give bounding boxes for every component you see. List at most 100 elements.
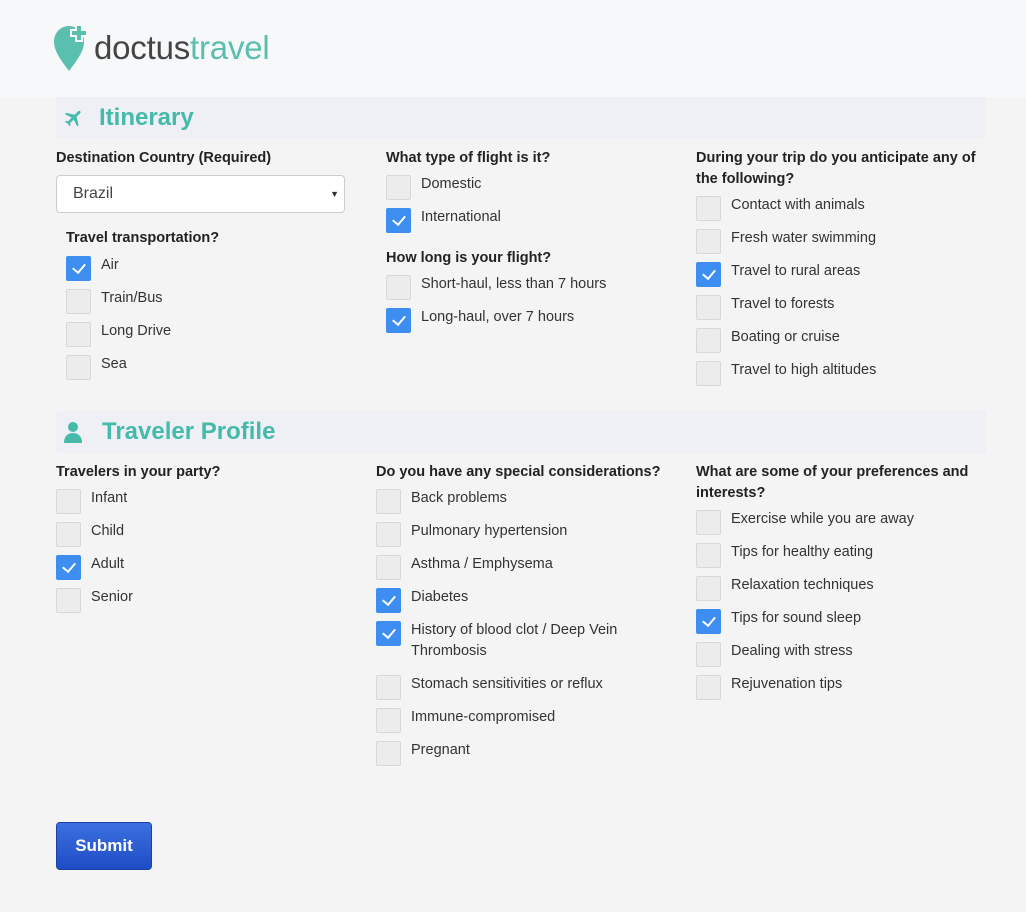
- checkbox[interactable]: [696, 543, 721, 568]
- option-label: Rejuvenation tips: [731, 676, 843, 692]
- checkbox[interactable]: [696, 576, 721, 601]
- travelers-option-adult[interactable]: Adult: [56, 555, 124, 580]
- option-label: Pregnant: [411, 742, 470, 758]
- checkbox[interactable]: [696, 262, 721, 287]
- checkbox[interactable]: [376, 555, 401, 580]
- flight-length-question: How long is your flight?: [386, 250, 552, 266]
- transport-option-air[interactable]: Air: [66, 256, 119, 281]
- submit-button[interactable]: Submit: [56, 822, 152, 870]
- considerations-option-diabetes[interactable]: Diabetes: [376, 588, 468, 613]
- anticipate-group: During your trip do you anticipate any o…: [696, 148, 991, 388]
- anticipate-option-boating[interactable]: Boating or cruise: [696, 328, 840, 353]
- itinerary-section-header: Itinerary: [56, 97, 986, 139]
- checkbox[interactable]: [376, 621, 401, 646]
- option-label: Train/Bus: [101, 290, 163, 306]
- anticipate-option-animals[interactable]: Contact with animals: [696, 196, 865, 221]
- chevron-down-icon: ▼: [330, 189, 339, 199]
- profile-title: Traveler Profile: [102, 418, 276, 445]
- flight-length-option-long-haul[interactable]: Long-haul, over 7 hours: [386, 308, 574, 333]
- checkbox[interactable]: [386, 175, 411, 200]
- checkbox[interactable]: [66, 256, 91, 281]
- checkbox[interactable]: [56, 555, 81, 580]
- checkbox[interactable]: [56, 588, 81, 613]
- transport-question: Travel transportation?: [66, 230, 220, 246]
- preferences-option-stress[interactable]: Dealing with stress: [696, 642, 853, 667]
- checkbox[interactable]: [696, 196, 721, 221]
- considerations-option-pregnant[interactable]: Pregnant: [376, 741, 470, 766]
- checkbox[interactable]: [376, 675, 401, 700]
- flight-type-group: What type of flight is it? Domestic Inte…: [386, 148, 681, 348]
- checkbox[interactable]: [696, 361, 721, 386]
- destination-country-select[interactable]: Brazil ▼: [56, 175, 345, 213]
- user-icon: [64, 422, 82, 443]
- considerations-option-blood-clot[interactable]: History of blood clot / Deep Vein Thromb…: [376, 621, 636, 662]
- transport-option-sea[interactable]: Sea: [66, 355, 127, 380]
- option-label: Adult: [91, 556, 125, 572]
- checkbox[interactable]: [376, 708, 401, 733]
- checkbox[interactable]: [66, 289, 91, 314]
- checkbox[interactable]: [376, 489, 401, 514]
- option-label: Infant: [91, 490, 128, 506]
- flight-length-option-short-haul[interactable]: Short-haul, less than 7 hours: [386, 275, 606, 300]
- brand-logo[interactable]: doctustravel: [54, 24, 270, 72]
- option-label: Short-haul, less than 7 hours: [421, 276, 607, 292]
- checkbox[interactable]: [376, 741, 401, 766]
- option-label: Long-haul, over 7 hours: [421, 309, 575, 325]
- flight-type-option-domestic[interactable]: Domestic: [386, 175, 481, 200]
- checkbox[interactable]: [376, 588, 401, 613]
- checkbox[interactable]: [696, 328, 721, 353]
- option-label: Child: [91, 523, 125, 539]
- option-label: International: [421, 209, 501, 225]
- anticipate-option-rural[interactable]: Travel to rural areas: [696, 262, 860, 287]
- brand-name-part1: doctus: [94, 29, 191, 66]
- checkbox[interactable]: [66, 322, 91, 347]
- checkbox[interactable]: [696, 510, 721, 535]
- anticipate-option-fresh-water[interactable]: Fresh water swimming: [696, 229, 876, 254]
- option-label: Asthma / Emphysema: [411, 556, 553, 572]
- destination-group: Destination Country (Required): [56, 148, 351, 169]
- preferences-option-rejuvenation[interactable]: Rejuvenation tips: [696, 675, 842, 700]
- site-header: doctustravel: [0, 0, 1026, 97]
- checkbox[interactable]: [696, 229, 721, 254]
- option-label: Long Drive: [101, 323, 172, 339]
- checkbox[interactable]: [386, 275, 411, 300]
- airplane-icon: [64, 110, 81, 127]
- destination-country-value: Brazil: [73, 185, 114, 202]
- travelers-option-child[interactable]: Child: [56, 522, 124, 547]
- preferences-option-exercise[interactable]: Exercise while you are away: [696, 510, 914, 535]
- considerations-group: Do you have any special considerations? …: [376, 462, 671, 772]
- transport-option-train-bus[interactable]: Train/Bus: [66, 289, 163, 314]
- considerations-option-back[interactable]: Back problems: [376, 489, 507, 514]
- flight-type-option-international[interactable]: International: [386, 208, 501, 233]
- preferences-option-relaxation[interactable]: Relaxation techniques: [696, 576, 874, 601]
- anticipate-option-altitudes[interactable]: Travel to high altitudes: [696, 361, 876, 386]
- considerations-option-pulmonary[interactable]: Pulmonary hypertension: [376, 522, 567, 547]
- checkbox[interactable]: [386, 308, 411, 333]
- checkbox[interactable]: [66, 355, 91, 380]
- considerations-option-asthma[interactable]: Asthma / Emphysema: [376, 555, 553, 580]
- travelers-question: Travelers in your party?: [56, 464, 221, 480]
- checkbox[interactable]: [56, 522, 81, 547]
- travelers-option-infant[interactable]: Infant: [56, 489, 127, 514]
- anticipate-option-forests[interactable]: Travel to forests: [696, 295, 834, 320]
- preferences-option-sleep[interactable]: Tips for sound sleep: [696, 609, 861, 634]
- checkbox[interactable]: [696, 609, 721, 634]
- location-pin-plus-icon: [54, 25, 88, 71]
- transport-option-long-drive[interactable]: Long Drive: [66, 322, 171, 347]
- option-label: Relaxation techniques: [731, 577, 874, 593]
- checkbox[interactable]: [376, 522, 401, 547]
- checkbox[interactable]: [386, 208, 411, 233]
- brand-name: doctustravel: [94, 29, 270, 67]
- option-label: Dealing with stress: [731, 643, 853, 659]
- option-label: Tips for healthy eating: [731, 544, 874, 560]
- preferences-option-eating[interactable]: Tips for healthy eating: [696, 543, 873, 568]
- checkbox[interactable]: [696, 642, 721, 667]
- checkbox[interactable]: [696, 675, 721, 700]
- considerations-option-immune[interactable]: Immune-compromised: [376, 708, 555, 733]
- checkbox[interactable]: [696, 295, 721, 320]
- option-label: Travel to rural areas: [731, 263, 861, 279]
- considerations-option-stomach[interactable]: Stomach sensitivities or reflux: [376, 675, 603, 700]
- travelers-option-senior[interactable]: Senior: [56, 588, 133, 613]
- checkbox[interactable]: [56, 489, 81, 514]
- option-label: Sea: [101, 356, 127, 372]
